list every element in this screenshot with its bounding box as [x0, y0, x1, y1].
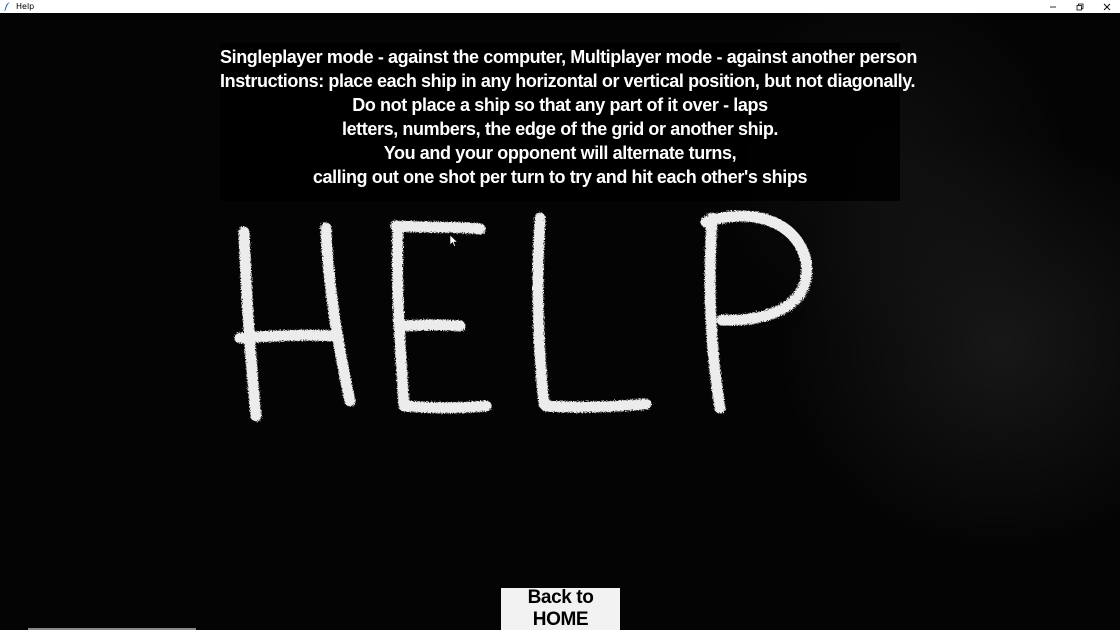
restore-button[interactable]	[1066, 0, 1093, 13]
mouse-cursor-icon	[450, 235, 458, 247]
help-screen: Singleplayer mode - against the computer…	[0, 13, 1120, 630]
feather-icon	[4, 2, 10, 11]
instruction-line: Singleplayer mode - against the computer…	[220, 47, 917, 67]
instruction-line: Do not place a ship so that any part of …	[352, 95, 768, 115]
title-bar: Help	[0, 0, 1120, 13]
minimize-icon	[1049, 6, 1056, 7]
instruction-line: Instructions: place each ship in any hor…	[220, 71, 916, 91]
window-title: Help	[16, 2, 35, 11]
close-icon	[1103, 3, 1110, 10]
help-chalk-image	[234, 210, 813, 422]
restore-icon	[1076, 3, 1083, 10]
minimize-button[interactable]	[1039, 0, 1066, 13]
instruction-line: You and your opponent will alternate tur…	[383, 143, 737, 163]
close-button[interactable]	[1093, 0, 1120, 13]
instruction-line: letters, numbers, the edge of the grid o…	[341, 119, 779, 139]
instructions-panel: Singleplayer mode - against the computer…	[220, 43, 917, 201]
help-window: Help Singleplayer mode - against the com…	[0, 0, 1120, 630]
instruction-line: calling out one shot per turn to try and…	[312, 167, 808, 187]
back-to-home-button[interactable]: Back to HOME	[501, 587, 620, 630]
window-controls	[1039, 0, 1120, 13]
